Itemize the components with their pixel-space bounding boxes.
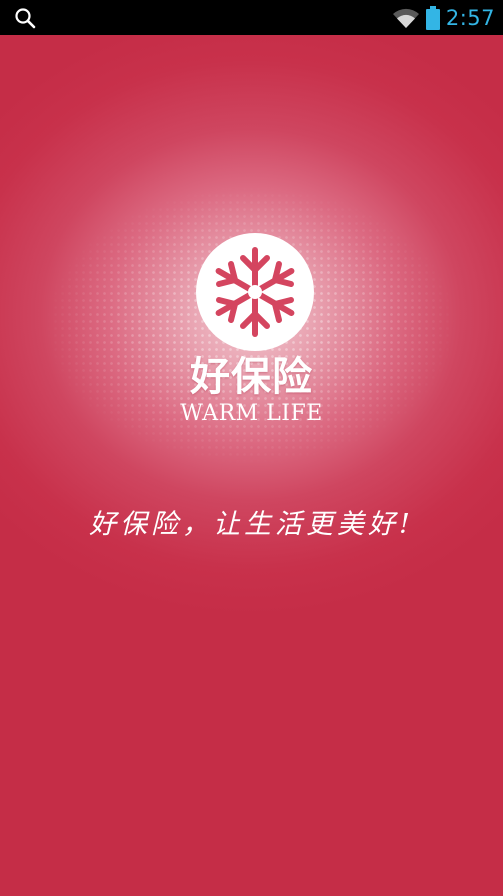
battery-icon — [425, 5, 440, 30]
snowflake-logo-icon — [196, 233, 314, 351]
status-bar: 2:57 — [0, 0, 503, 35]
slogan-text: 好保险，让生活更美好! — [89, 509, 414, 540]
status-time: 2:57 — [445, 5, 495, 30]
brand-name-en: WARM LIFE — [180, 401, 323, 426]
wifi-icon — [392, 8, 419, 28]
splash-screen: 好保险 WARM LIFE 好保险，让生活更美好! — [0, 35, 503, 896]
search-icon[interactable] — [14, 7, 36, 29]
status-indicators: 2:57 — [392, 0, 495, 35]
brand-name-cn: 好保险 — [190, 354, 313, 400]
